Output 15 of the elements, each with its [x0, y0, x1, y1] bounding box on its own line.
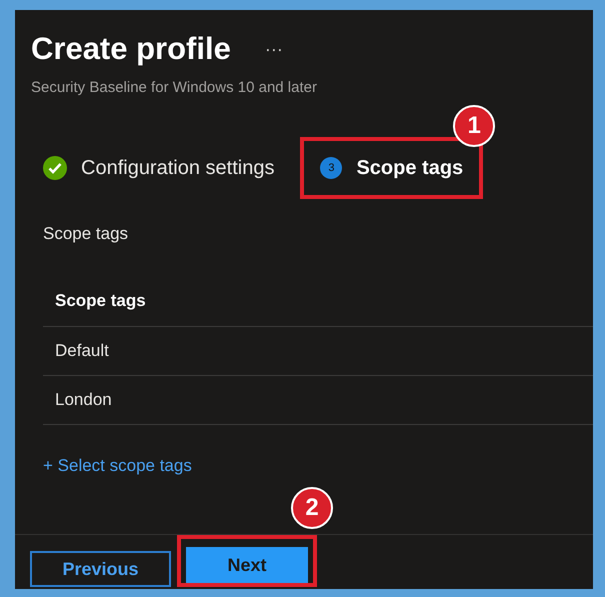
step-number: 3	[320, 157, 342, 179]
table-cell-text: Default	[55, 340, 109, 362]
table-cell-text: London	[55, 388, 112, 411]
column-header: Scope tags	[55, 290, 146, 312]
callout-badge: 1	[453, 105, 496, 147]
next-button[interactable]: Next	[186, 547, 308, 583]
page-title: Create profile	[31, 30, 231, 68]
step-label[interactable]: Configuration settings	[81, 153, 274, 183]
callout-badge: 2	[291, 487, 333, 529]
previous-button[interactable]: Previous	[30, 551, 171, 587]
step-label[interactable]: Scope tags	[356, 153, 464, 183]
section-label: Scope tags	[42, 223, 130, 245]
select-scope-tags-link[interactable]: + Select scope tags	[43, 452, 192, 478]
more-button[interactable]: ···	[264, 36, 283, 63]
page-subtitle: Security Baseline for Windows 10 and later	[31, 78, 318, 98]
